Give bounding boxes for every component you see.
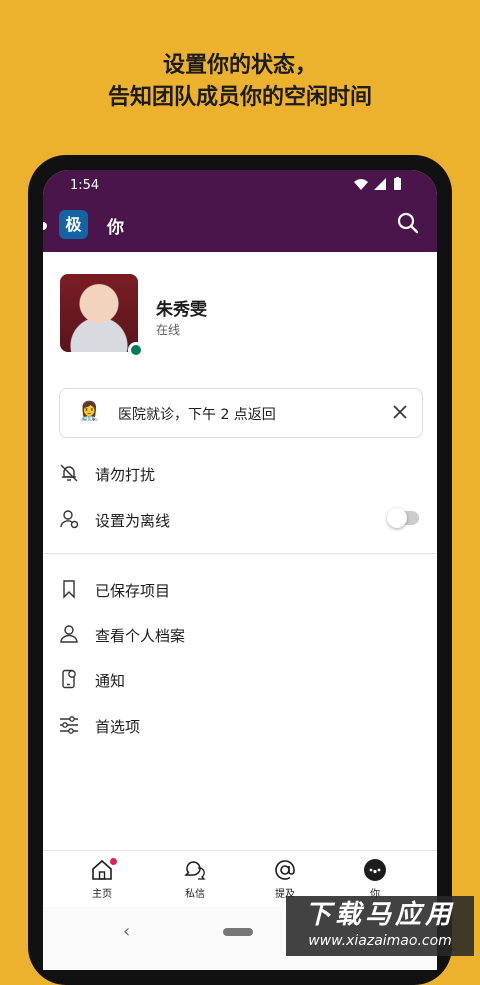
away-toggle[interactable] [387, 508, 419, 528]
home-nav-pill[interactable] [223, 928, 253, 936]
phone-notification-icon [59, 669, 79, 689]
watermark: 下载马应用 www.xiazaimao.com [286, 896, 474, 956]
menu-label-preferences: 首选项 [95, 718, 141, 736]
menu-item-saved[interactable]: 已保存项目 [43, 567, 437, 611]
menu-item-preferences[interactable]: 首选项 [43, 703, 437, 747]
you-avatar-icon [364, 859, 386, 881]
system-status-bar: 1:54 [43, 170, 437, 200]
watermark-url: www.xiazaimao.com [308, 933, 452, 949]
phone-screen: 1:54 极 你 [43, 170, 437, 970]
profile-name: 朱秀雯 [156, 300, 207, 320]
unread-badge [109, 857, 118, 866]
custom-status-field[interactable]: 👩‍⚕️ 医院就诊，下午 2 点返回 [59, 388, 423, 438]
clear-status-icon[interactable] [392, 404, 408, 424]
presence-text: 在线 [156, 323, 181, 337]
phone-frame: 1:54 极 你 [28, 155, 452, 985]
tab-label-home: 主页 [92, 889, 112, 900]
promo-line-1: 设置你的状态， [162, 53, 317, 78]
menu-label-notifications: 通知 [95, 672, 126, 690]
promo-headline: 设置你的状态， 告知团队成员你的空闲时间 [0, 50, 480, 114]
tab-dms[interactable]: 私信 [165, 857, 225, 900]
menu-item-profile[interactable]: 查看个人档案 [43, 612, 437, 656]
chat-icon [184, 861, 206, 880]
menu-label-dnd: 请勿打扰 [95, 466, 156, 484]
app-header: 极 你 [43, 200, 437, 252]
clock: 1:54 [70, 178, 100, 193]
page-title: 你 [107, 218, 124, 238]
bookmark-icon [59, 579, 79, 599]
custom-status-text: 医院就诊，下午 2 点返回 [118, 407, 276, 423]
at-icon [275, 860, 295, 880]
menu-divider [43, 553, 437, 554]
wifi-signal-battery-icon [354, 177, 401, 190]
watermark-title: 下载马应用 [304, 900, 455, 930]
menu-label-profile: 查看个人档案 [95, 627, 186, 645]
menu-item-notifications[interactable]: 通知 [43, 657, 437, 701]
menu-item-away[interactable]: 设置为离线 [43, 497, 437, 541]
menu-label-away: 设置为离线 [95, 512, 171, 530]
workspace-icon[interactable]: 极 [59, 210, 88, 239]
tab-mentions[interactable]: 提及 [255, 857, 315, 900]
back-nav-icon[interactable]: ‹ [123, 921, 130, 942]
menu-label-saved: 已保存项目 [95, 582, 171, 600]
promo-line-2: 告知团队成员你的空闲时间 [107, 85, 372, 110]
search-icon[interactable] [397, 212, 419, 238]
presence-dot [128, 342, 144, 358]
tab-label-dms: 私信 [185, 889, 205, 900]
bell-off-icon [59, 463, 79, 483]
user-away-icon [59, 509, 79, 529]
toggle-knob [387, 508, 407, 528]
avatar[interactable] [60, 274, 144, 358]
menu-item-dnd[interactable]: 请勿打扰 [43, 451, 437, 495]
status-emoji-icon[interactable]: 👩‍⚕️ [78, 401, 100, 422]
tab-you[interactable]: 你 [345, 857, 405, 900]
user-icon [59, 624, 79, 644]
sliders-icon [59, 715, 79, 735]
drawer-indicator[interactable] [43, 222, 47, 230]
tab-home[interactable]: 主页 [72, 857, 132, 900]
profile-header[interactable]: 朱秀雯 在线 [43, 252, 437, 372]
signal-battery-icons [353, 177, 407, 194]
